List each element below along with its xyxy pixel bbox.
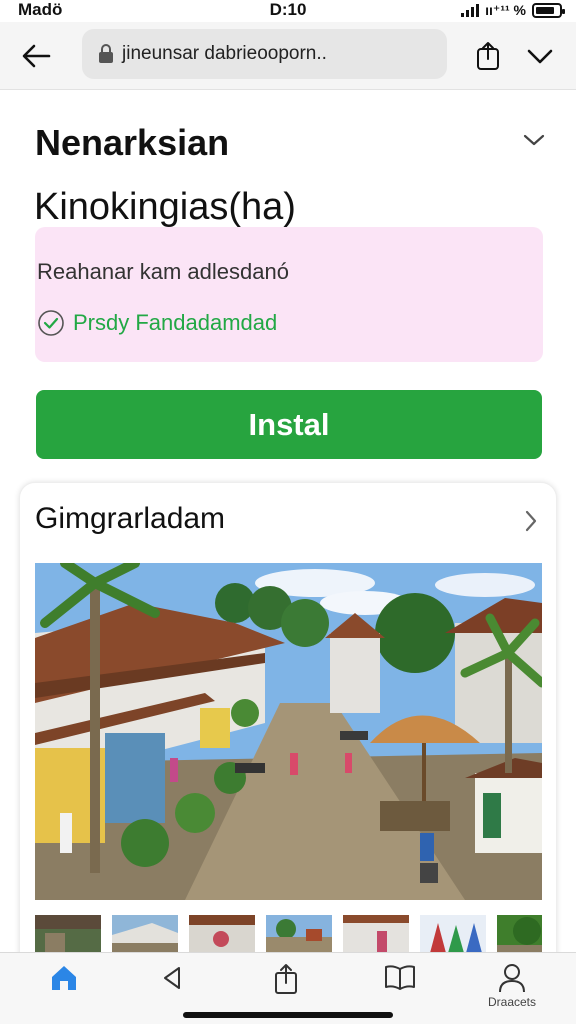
app-description: Reahanar kam adlesdanó xyxy=(37,259,289,284)
app-subtitle: Kinokingias(ha) xyxy=(34,186,296,228)
signal-text: ıı⁺¹¹ % xyxy=(485,1,526,18)
nav-bookmarks[interactable] xyxy=(370,963,430,1015)
signal-icon xyxy=(461,3,480,17)
status-indicators: ıı⁺¹¹ % xyxy=(461,1,565,18)
back-triangle-icon xyxy=(164,967,180,989)
address-text: jineunsar dabrieooporn.. xyxy=(122,43,327,64)
nav-account-label: Draacets xyxy=(487,995,537,1009)
menu-button[interactable] xyxy=(520,36,560,76)
nav-home[interactable] xyxy=(34,963,94,1015)
arrow-left-icon xyxy=(22,44,51,68)
battery-icon xyxy=(532,2,565,18)
browser-toolbar: jineunsar dabrieooporn.. xyxy=(0,22,576,90)
verified-badge: Prsdy Fandadamdad xyxy=(37,309,277,337)
chevron-right-icon xyxy=(525,510,537,532)
nav-account[interactable]: Draacets xyxy=(482,963,542,1015)
chevron-down-icon xyxy=(527,49,553,64)
home-icon xyxy=(52,966,76,990)
gallery-thumbnails xyxy=(35,915,542,953)
address-bar[interactable]: jineunsar dabrieooporn.. xyxy=(82,29,447,79)
share-button[interactable] xyxy=(468,36,508,76)
book-icon xyxy=(385,965,415,990)
app-info-box: Reahanar kam adlesdanó Prsdy Fandadamdad xyxy=(35,227,543,362)
install-button[interactable]: Instal xyxy=(36,390,542,459)
back-button[interactable] xyxy=(16,36,56,76)
gallery-main-image[interactable] xyxy=(35,563,542,900)
gallery-thumbnail[interactable] xyxy=(343,915,409,953)
status-bar: Madö D:10 ıı⁺¹¹ % xyxy=(0,0,576,22)
lock-icon xyxy=(99,44,113,63)
gallery-thumbnail[interactable] xyxy=(266,915,332,953)
share-icon xyxy=(477,42,499,70)
nav-share[interactable] xyxy=(256,963,316,1015)
gallery-thumbnail[interactable] xyxy=(189,915,255,953)
gallery-open-button[interactable] xyxy=(516,506,546,536)
check-circle-icon xyxy=(38,310,64,336)
gallery-thumbnail[interactable] xyxy=(112,915,178,953)
verified-label: Prsdy Fandadamdad xyxy=(73,310,278,335)
village-photo xyxy=(35,563,542,900)
gallery-thumbnail[interactable] xyxy=(497,915,542,953)
person-icon xyxy=(499,964,525,993)
gallery-thumbnail[interactable] xyxy=(420,915,486,953)
home-indicator[interactable] xyxy=(183,1012,393,1018)
app-title: Nenarksian xyxy=(35,122,230,163)
gallery-title: Gimgrarladam xyxy=(35,502,226,535)
nav-back[interactable] xyxy=(142,963,202,1015)
expand-button[interactable] xyxy=(518,124,550,156)
chevron-down-icon xyxy=(523,134,545,146)
share-icon xyxy=(275,964,297,994)
gallery-thumbnail[interactable] xyxy=(35,915,101,953)
